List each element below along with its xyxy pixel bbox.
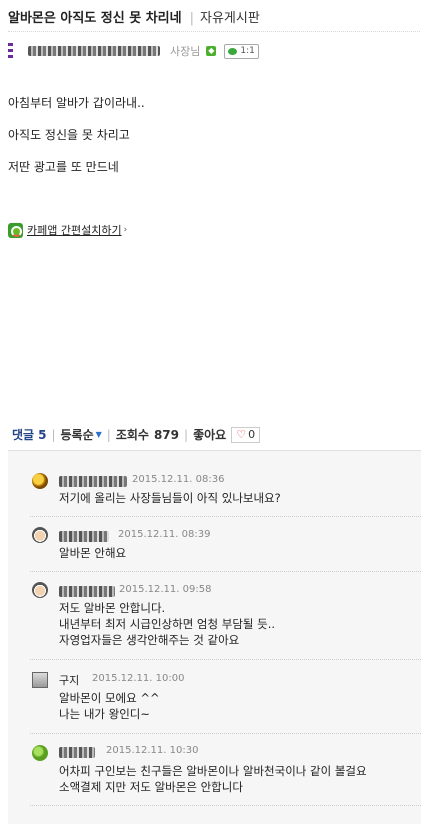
comment-date: 2015.12.11. 08:36 (132, 474, 225, 485)
sort-dropdown[interactable]: 등록순 (61, 426, 94, 443)
author-grade: 사장님 (170, 45, 201, 58)
comment-divider (30, 805, 421, 806)
post-stats-row: 댓글 5 | 등록순 ▼ | 조회수 879 | 좋아요 ♡ 0 (12, 426, 261, 443)
level-icon (8, 43, 14, 59)
comment-divider (30, 733, 421, 734)
chevron-right-icon: › (123, 225, 128, 235)
author-row: 사장님 ◆ 1:1 (8, 42, 259, 60)
chat-bubble-icon (228, 47, 238, 55)
comment-text: 알바몬이 모에요 ^^ 나는 내가 왕인디~ (59, 691, 160, 721)
board-name-link[interactable]: 자유게시판 (200, 11, 260, 26)
comment-divider (30, 571, 421, 572)
chat-count: 1:1 (240, 46, 255, 56)
face-icon (32, 582, 48, 598)
comment-text: 저기에 올리는 사장들님들이 아직 있나보내요? (59, 491, 281, 505)
gold-coin-icon (32, 473, 48, 489)
view-count: 879 (153, 427, 180, 442)
comment-date: 2015.12.11. 10:00 (92, 673, 185, 684)
post-title: 알바몬은 아직도 정신 못 차리네 (8, 11, 182, 26)
comment-author-blurred[interactable] (59, 531, 109, 542)
post-body-line: 아침부터 알바가 갑이라내.. (8, 96, 145, 110)
leaf-icon (32, 745, 48, 761)
cafe-app-install-link[interactable]: 카페앱 간편설치하기 › (8, 222, 127, 238)
comment-label[interactable]: 댓글 (12, 426, 34, 443)
comment-list: 2015.12.11. 08:36 저기에 올리는 사장들님들이 아직 있나보내… (8, 450, 421, 824)
author-nickname-blurred[interactable] (28, 46, 160, 56)
calculator-icon (32, 672, 48, 688)
post-title-row: 알바몬은 아직도 정신 못 차리네 | 자유게시판 (8, 7, 260, 26)
comment-author-blurred[interactable] (59, 476, 127, 487)
like-count: 0 (248, 428, 256, 441)
comment-count[interactable]: 5 (38, 428, 46, 442)
comment-text: 알바몬 안해요 (59, 546, 127, 560)
comment-author-blurred[interactable] (59, 747, 95, 758)
comment-divider (30, 659, 421, 660)
view-label: 조회수 (115, 428, 149, 442)
cafe-badge-icon: ◆ (206, 46, 217, 56)
cafe-app-install-text[interactable]: 카페앱 간편설치하기 (27, 222, 122, 238)
heart-icon: ♡ (236, 428, 247, 441)
post-body-line: 아직도 정신을 못 차리고 (8, 128, 130, 142)
comment-divider (30, 516, 421, 517)
comment-text: 저도 알바몬 안합니다. 내년부터 최저 시급인상하면 엄청 부담될 듯.. 자… (59, 601, 276, 647)
title-divider: | (189, 11, 194, 26)
comment-date: 2015.12.11. 08:39 (118, 529, 211, 540)
comment-date: 2015.12.11. 09:58 (119, 584, 212, 595)
like-label: 좋아요 (193, 428, 227, 442)
comment-author-blurred[interactable] (59, 586, 115, 597)
title-divider-line (8, 31, 420, 32)
comment-author[interactable]: 구지 (59, 672, 79, 688)
comment-text: 어차피 구인보는 친구들은 알바몬이나 알바천국이나 같이 볼걸요 소액결제 지… (59, 764, 367, 794)
post-body-line: 저딴 광고를 또 만드네 (8, 160, 119, 174)
chat-button[interactable]: 1:1 (224, 43, 259, 59)
cafe-app-icon (8, 222, 23, 238)
like-button[interactable]: ♡ 0 (231, 426, 261, 443)
face-icon (32, 527, 48, 543)
comment-date: 2015.12.11. 10:30 (106, 745, 199, 756)
chevron-down-icon[interactable]: ▼ (96, 430, 102, 439)
